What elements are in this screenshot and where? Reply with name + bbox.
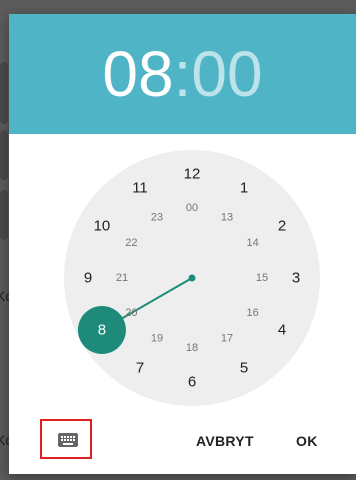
background-card (0, 190, 8, 240)
hour-number-8[interactable]: 8 (98, 322, 106, 339)
clock-dial[interactable]: 121234567891011 001314151617181920212223 (64, 150, 320, 406)
hour-number-17[interactable]: 17 (221, 333, 233, 345)
time-header: 08:00 (9, 14, 356, 134)
hour-number-9[interactable]: 9 (84, 270, 92, 287)
hour-number-7[interactable]: 7 (136, 360, 144, 377)
time-separator: : (173, 38, 192, 110)
ok-button[interactable]: OK (296, 433, 318, 449)
hour-number-21[interactable]: 21 (116, 272, 128, 284)
hour-number-3[interactable]: 3 (292, 270, 300, 287)
time-display: 08:00 (9, 36, 356, 112)
background-card (0, 130, 8, 180)
minute-display[interactable]: 00 (191, 38, 262, 110)
hour-number-00[interactable]: 00 (186, 202, 198, 214)
hour-display[interactable]: 08 (102, 38, 173, 110)
hour-number-2[interactable]: 2 (278, 218, 286, 235)
hour-number-6[interactable]: 6 (188, 374, 196, 391)
keyboard-toggle-button[interactable] (40, 419, 92, 459)
hour-number-16[interactable]: 16 (246, 307, 258, 319)
clock-center-dot (188, 274, 196, 282)
hour-number-20[interactable]: 20 (125, 307, 137, 319)
hour-number-12[interactable]: 12 (184, 166, 201, 183)
time-picker-dialog: 08:00 12 1 2 3 4 5 6 7 8 9 10 11 00 13 14 15 16 17 18 19 20… (9, 14, 356, 474)
cancel-button[interactable]: AVBRYT (196, 433, 254, 449)
hour-number-18[interactable]: 18 (186, 342, 198, 354)
hour-number-1[interactable]: 1 (240, 179, 248, 196)
hour-number-4[interactable]: 4 (278, 322, 286, 339)
hour-number-14[interactable]: 14 (246, 237, 258, 249)
hour-number-5[interactable]: 5 (240, 360, 248, 377)
hour-number-10[interactable]: 10 (94, 218, 111, 235)
hour-number-13[interactable]: 13 (221, 211, 233, 223)
hour-number-23[interactable]: 23 (151, 211, 163, 223)
hour-number-19[interactable]: 19 (151, 333, 163, 345)
hour-number-22[interactable]: 22 (125, 237, 137, 249)
keyboard-icon (58, 433, 78, 447)
background-card (0, 62, 8, 124)
hour-number-11[interactable]: 11 (132, 179, 148, 196)
hour-number-15[interactable]: 15 (256, 272, 268, 284)
